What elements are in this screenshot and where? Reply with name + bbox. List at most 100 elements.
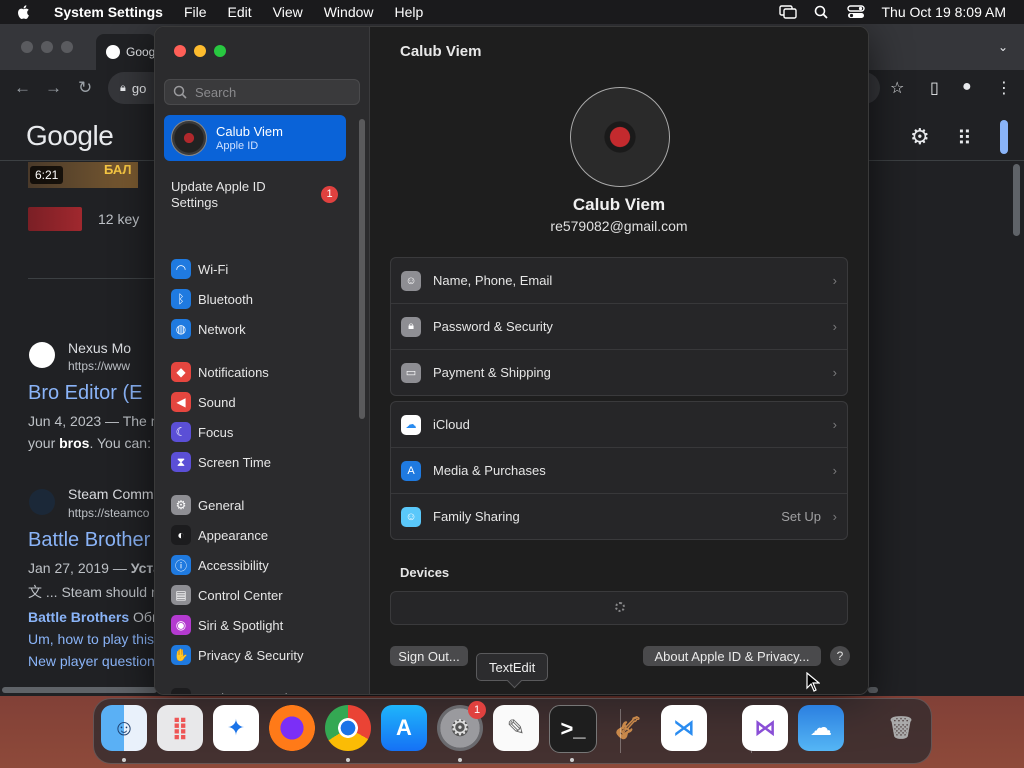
search-input[interactable] [193, 83, 347, 101]
hscroll-thumb[interactable] [2, 687, 157, 693]
firefox-icon[interactable] [269, 705, 315, 751]
sidebar-item-siri-spotlight[interactable]: ◉ Siri & Spotlight [171, 613, 356, 637]
sign-in-button[interactable] [1000, 120, 1008, 154]
result-site-name[interactable]: Nexus Mo [68, 340, 131, 356]
sidebar-item-notifications[interactable]: ◆ Notifications [171, 360, 356, 384]
result-url[interactable]: https://steamco [68, 506, 149, 520]
reload-icon[interactable]: ↻ [78, 78, 92, 98]
back-arrow-icon[interactable]: ← [14, 78, 31, 98]
chrome-icon[interactable] [325, 705, 371, 751]
sidebar-search[interactable] [164, 79, 360, 105]
sidebar-item-control-center[interactable]: ▤ Control Center [171, 583, 356, 607]
browser-minimize-button[interactable] [41, 41, 53, 53]
tab-search-chevron-icon[interactable]: ⌄ [998, 40, 1008, 54]
result-url[interactable]: https://www [68, 359, 130, 373]
sitelink[interactable]: New player question [28, 653, 155, 669]
browser-tab[interactable]: Goog [96, 34, 156, 70]
row-password-security[interactable]: 🔒︎ Password & Security › [391, 303, 847, 349]
control-center-icon[interactable] [847, 5, 866, 19]
sidebar-item-general[interactable]: ⚙ General [171, 493, 356, 517]
system-settings-window: Calub Viem Apple ID Update Apple ID Sett… [154, 26, 869, 695]
garageband-icon[interactable]: 🎸︎ [605, 705, 651, 751]
close-button[interactable] [174, 45, 186, 57]
weather-icon[interactable]: ☁ [798, 705, 844, 751]
row-payment-shipping[interactable]: ▭ Payment & Shipping › [391, 349, 847, 395]
sidebar-item-privacy-security[interactable]: ✋ Privacy & Security [171, 643, 356, 667]
spotlight-search-icon[interactable] [813, 5, 831, 19]
profile-icon[interactable]: ● [962, 78, 972, 96]
chevron-right-icon: › [832, 463, 837, 478]
finder-icon[interactable]: ☺ [101, 705, 147, 751]
family-icon: ☺ [401, 506, 421, 527]
result-title[interactable]: Bro Editor (E [28, 382, 142, 405]
row-icloud[interactable]: ☁ iCloud › [391, 402, 847, 447]
menu-app-name[interactable]: System Settings [54, 4, 163, 20]
about-apple-id-button[interactable]: About Apple ID & Privacy... [643, 646, 821, 666]
terminal-icon[interactable]: >_ [549, 705, 597, 753]
help-button[interactable]: ? [830, 646, 850, 666]
settings-sidebar: Calub Viem Apple ID Update Apple ID Sett… [155, 27, 370, 694]
settings-gear-icon[interactable]: ⚙ [910, 124, 930, 150]
forward-arrow-icon[interactable]: → [45, 78, 62, 98]
running-indicator [122, 758, 126, 762]
sitelink[interactable]: Battle Brothers Общ [28, 609, 163, 625]
row-label: Family Sharing [433, 509, 520, 524]
hscroll-thumb-right[interactable] [868, 687, 878, 693]
sidebar-item-network[interactable]: ◍ Network [171, 317, 356, 341]
zoom-button[interactable] [214, 45, 226, 57]
keyboard-thumbnail[interactable] [28, 207, 82, 231]
sitelink-bold: Battle Brothers [28, 609, 130, 625]
sidebar-item-wi-fi[interactable]: ◠ Wi-Fi [171, 257, 356, 281]
menu-help[interactable]: Help [395, 4, 424, 20]
sidebar-item-accessibility[interactable]: ⓘ Accessibility [171, 553, 356, 577]
menu-view[interactable]: View [273, 4, 303, 20]
account-subtitle: Apple ID [216, 140, 259, 152]
menu-window[interactable]: Window [324, 4, 374, 20]
row-family-sharing[interactable]: ☺ Family Sharing Set Up › [391, 493, 847, 539]
page-scrollbar[interactable] [1013, 164, 1020, 236]
launchpad-icon[interactable]: ⣿ [157, 705, 203, 751]
minimize-button[interactable] [194, 45, 206, 57]
sidebar-item-bluetooth[interactable]: ᛒ Bluetooth [171, 287, 356, 311]
chevron-right-icon: › [832, 509, 837, 524]
sitelink[interactable]: Um, how to play this [28, 631, 154, 647]
side-panel-icon[interactable]: ▯ [930, 78, 939, 98]
sidebar-item-label: Wi-Fi [198, 261, 229, 277]
app-store-icon[interactable]: A [381, 705, 427, 751]
row-name-phone-email[interactable]: ☺ Name, Phone, Email › [391, 258, 847, 303]
apps-grid-icon[interactable]: ⠿ [957, 126, 972, 151]
browser-zoom-button[interactable] [61, 41, 73, 53]
browser-close-button[interactable] [21, 41, 33, 53]
profile-avatar[interactable] [570, 87, 670, 187]
sidebar-item-screen-time[interactable]: ⧗ Screen Time [171, 450, 356, 474]
result-title[interactable]: Battle Brother [28, 529, 150, 552]
apple-logo-icon[interactable] [16, 4, 32, 20]
menu-edit[interactable]: Edit [228, 4, 252, 20]
menu-file[interactable]: File [184, 4, 207, 20]
bookmark-star-icon[interactable]: ☆ [890, 78, 904, 98]
update-apple-id-settings[interactable]: Update Apple ID Settings [171, 179, 311, 211]
row-media-purchases[interactable]: A Media & Purchases › [391, 447, 847, 493]
loading-spinner-icon [615, 602, 625, 612]
trash-icon[interactable]: 🗑︎ [878, 705, 924, 751]
sign-out-button[interactable]: Sign Out... [390, 646, 468, 666]
textedit-icon[interactable]: ✎ [493, 705, 539, 751]
google-logo[interactable]: Google [26, 120, 114, 152]
result-site-name[interactable]: Steam Comm [68, 486, 154, 502]
sidebar-item-sound[interactable]: ◀ Sound [171, 390, 356, 414]
safari-icon[interactable]: ✦ [213, 705, 259, 751]
sidebar-item-desktop-dock[interactable]: ▭ Desktop & Dock [171, 686, 356, 694]
sidebar-item-focus[interactable]: ☾ Focus [171, 420, 356, 444]
visual-studio-icon[interactable]: ⋈ [742, 705, 788, 751]
sidebar-item-apple-id[interactable]: Calub Viem Apple ID [164, 115, 346, 161]
account-settings-group: ☺ Name, Phone, Email › 🔒︎ Password & Securit… [390, 257, 848, 396]
chrome-menu-icon[interactable]: ⋮ [996, 78, 1012, 98]
keyboard-result-text[interactable]: 12 key [98, 211, 139, 227]
menu-clock[interactable]: Thu Oct 19 8:09 AM [881, 4, 1006, 20]
screen-mirroring-icon[interactable] [779, 5, 798, 19]
sidebar-item-label: Control Center [198, 587, 283, 603]
sidebar-scrollbar[interactable] [359, 119, 365, 419]
sidebar-item-appearance[interactable]: ◐ Appearance [171, 523, 356, 547]
dock-separator [620, 709, 621, 753]
vscode-icon[interactable]: ⋊ [661, 705, 707, 751]
